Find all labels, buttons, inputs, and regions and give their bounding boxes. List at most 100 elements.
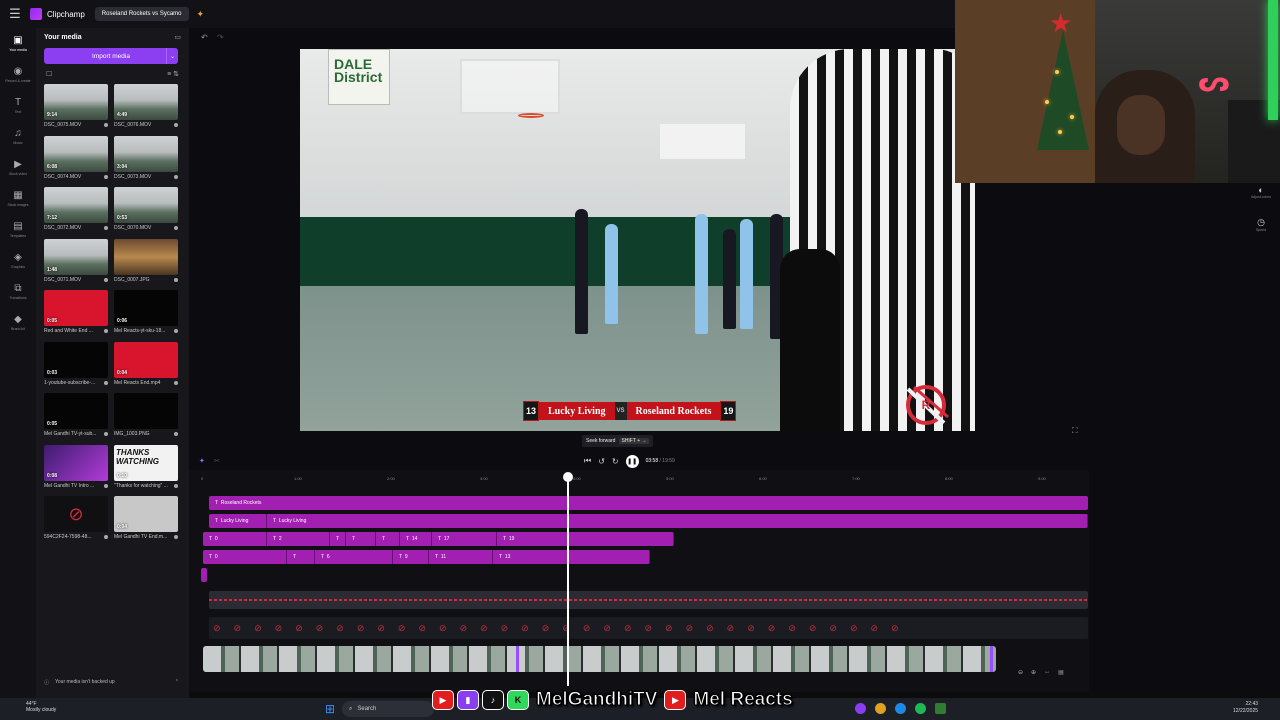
media-item[interactable]: 0:08 Mel Gandhi TV Intro ... xyxy=(44,444,108,497)
media-item[interactable]: 0:04 Mel Gandhi TV End.m... xyxy=(114,496,178,548)
backup-notice[interactable]: ⓘ Your media isn't backed up ⌃ xyxy=(44,679,179,686)
fit-timeline-icon[interactable]: ↔ xyxy=(1044,669,1050,676)
magic-edit-icon[interactable]: ✦ xyxy=(199,457,205,465)
media-thumbnail[interactable]: 0:03 xyxy=(44,341,108,378)
rail-item-text[interactable]: T Text xyxy=(0,90,36,121)
rail-item-transitions[interactable]: ⧉ Transitions xyxy=(0,276,36,307)
panel-item-adjust-colors[interactable]: ◐ Adjust colors xyxy=(1249,185,1273,199)
media-thumbnail[interactable]: ⊘ xyxy=(44,496,108,532)
windows-start-icon[interactable]: ⊞ xyxy=(325,702,335,716)
score-clip[interactable]: T xyxy=(346,532,376,546)
media-thumbnail[interactable]: 0:04 xyxy=(114,341,178,378)
video-track[interactable] xyxy=(203,646,996,672)
collapse-panel-icon[interactable]: ▭ xyxy=(174,33,181,41)
score-a-track[interactable]: T 0 T 2 T T T T 14 T 17 T 19 xyxy=(203,532,674,546)
select-all-checkbox[interactable]: ☐ xyxy=(46,70,52,78)
rail-item-stock-video[interactable]: ▶ Stock video xyxy=(0,152,36,183)
chevron-down-icon[interactable]: ⌄ xyxy=(166,48,178,64)
score-clip[interactable]: T xyxy=(330,532,346,546)
media-thumbnail[interactable] xyxy=(114,238,178,275)
video-preview[interactable]: DALE District 13 Lucky Living VS Roselan… xyxy=(300,49,975,431)
team-track-clip[interactable]: T Lucky Living T Lucky Living xyxy=(209,514,1088,528)
rewind-icon[interactable]: ↺ xyxy=(598,457,605,466)
score-clip[interactable]: T 19 xyxy=(497,532,674,546)
magic-icon[interactable]: ✦ xyxy=(197,9,205,20)
media-thumbnail[interactable]: 4:49 xyxy=(114,84,178,120)
zoom-out-icon[interactable]: ⊖ xyxy=(1018,669,1023,676)
score-clip[interactable]: T 9 xyxy=(393,550,429,564)
seek-forward-icon[interactable]: ↻ xyxy=(612,457,619,466)
score-clip[interactable]: T 2 xyxy=(267,532,330,546)
score-clip[interactable]: T 13 xyxy=(493,550,650,564)
media-item[interactable]: IMG_1003.PNG xyxy=(114,393,178,445)
nvidia-icon[interactable] xyxy=(935,703,946,714)
media-thumbnail[interactable]: 1:48 xyxy=(44,238,108,275)
media-item[interactable]: 0:05 Red and White End ... xyxy=(44,290,108,342)
import-media-button[interactable]: Import media ⌄ xyxy=(44,48,178,64)
media-item[interactable]: 7:12 DSC_0072.MOV xyxy=(44,187,108,239)
taskbar-app-icon[interactable] xyxy=(855,703,866,714)
edge-icon[interactable] xyxy=(895,703,906,714)
fullscreen-icon[interactable]: ⛶ xyxy=(1072,426,1078,436)
media-thumbnail[interactable]: 0:05 xyxy=(44,393,108,429)
taskbar-clock[interactable]: 22:43 12/22/2025 xyxy=(1233,701,1258,715)
chrome-icon[interactable] xyxy=(875,703,886,714)
media-thumbnail[interactable]: 0:04 xyxy=(114,496,178,532)
media-thumbnail[interactable]: 7:12 xyxy=(44,187,108,223)
weather-widget[interactable]: 44°F Mostly cloudy xyxy=(26,701,56,713)
project-name[interactable]: Roseland Rockets vs Sycamo xyxy=(94,7,189,21)
taskbar-search[interactable]: ⌕ Search xyxy=(342,701,434,717)
media-thumbnail[interactable]: 6:08 xyxy=(44,135,108,172)
media-item[interactable]: 6:08 DSC_0074.MOV xyxy=(44,135,108,188)
media-thumbnail[interactable] xyxy=(114,393,178,429)
media-item[interactable]: 0:04 Mel Reacts End.mp4 xyxy=(114,341,178,394)
media-item[interactable]: ⊘ 594C2F24-7598-48... xyxy=(44,496,108,548)
timeline-options-icon[interactable]: ▤ xyxy=(1058,669,1064,676)
selected-clip[interactable] xyxy=(516,646,993,672)
media-thumbnail[interactable]: 0:06 xyxy=(114,290,178,326)
media-thumbnail[interactable]: THANKS WATCHING 0:10 xyxy=(114,444,178,481)
playhead[interactable] xyxy=(567,476,569,686)
chevron-up-icon[interactable]: ⌃ xyxy=(175,679,179,686)
rail-item-brand-kit[interactable]: ◆ Brand kit xyxy=(0,307,36,338)
score-clip[interactable]: T 6 xyxy=(315,550,393,564)
media-item[interactable]: 0:03 1-youtube-subscribe-... xyxy=(44,341,108,394)
timeline-ruler[interactable]: 0 1:00 2:00 3:00 4:00 5:00 6:00 7:00 8:00 9:00 xyxy=(189,473,1089,485)
score-clip[interactable]: T 0 xyxy=(203,550,287,564)
audio-track[interactable] xyxy=(209,591,1088,609)
redo-icon[interactable]: ↷ xyxy=(217,33,224,42)
rail-item-folder[interactable]: ▣ Your media xyxy=(0,28,36,59)
team-clip[interactable]: T Lucky Living xyxy=(267,514,1088,528)
score-b-track[interactable]: T 0 T T 6 T 9 T 11 T 13 xyxy=(203,550,650,564)
media-item[interactable]: 9:14 DSC_0075.MOV xyxy=(44,84,108,136)
media-thumbnail[interactable]: 3:04 xyxy=(114,135,178,172)
panel-item-speed[interactable]: ◷ Speed xyxy=(1249,217,1273,232)
score-clip[interactable]: T 11 xyxy=(429,550,493,564)
media-item[interactable]: THANKS WATCHING 0:10 "Thanks for watching"… xyxy=(114,444,178,497)
score-clip[interactable]: T 14 xyxy=(400,532,432,546)
split-icon[interactable]: ✂ xyxy=(214,457,220,465)
title-track-clip[interactable]: T Roseland Rockets xyxy=(209,496,1088,510)
media-item[interactable]: DSC_0007.JPG xyxy=(114,238,178,291)
menu-icon[interactable]: ☰ xyxy=(0,6,30,22)
rail-item-stock-images[interactable]: ▦ Stock images xyxy=(0,183,36,214)
media-thumbnail[interactable]: 0:08 xyxy=(44,444,108,481)
score-clip[interactable]: T xyxy=(287,550,315,564)
media-thumbnail[interactable]: 0:05 xyxy=(44,290,108,326)
undo-icon[interactable]: ↶ xyxy=(201,33,208,42)
small-clip[interactable] xyxy=(201,568,207,582)
media-item[interactable]: 3:04 DSC_0073.MOV xyxy=(114,135,178,188)
rail-item-music[interactable]: ♫ Music xyxy=(0,121,36,152)
logo-overlay-track[interactable]: ⊘⊘⊘⊘⊘⊘⊘⊘⊘⊘⊘⊘⊘⊘⊘⊘⊘⊘⊘⊘⊘⊘⊘⊘⊘⊘⊘⊘⊘⊘⊘⊘⊘⊘ xyxy=(209,617,1088,639)
zoom-in-icon[interactable]: ⊕ xyxy=(1031,669,1036,676)
pause-button[interactable]: ❚❚ xyxy=(625,454,639,468)
media-item[interactable]: 4:49 DSC_0076.MOV xyxy=(114,84,178,136)
rail-item-camera[interactable]: ◉ Record & create xyxy=(0,59,36,90)
team-clip[interactable]: T Lucky Living xyxy=(209,514,267,528)
media-item[interactable]: 0:05 Mel Gandhi TV-yt-sub... xyxy=(44,393,108,445)
score-clip[interactable]: T xyxy=(376,532,400,546)
media-item[interactable]: 0:53 DSC_0070.MOV xyxy=(114,187,178,239)
media-item[interactable]: 0:06 Mel Reacts-yt-sku-18... xyxy=(114,290,178,342)
media-thumbnail[interactable]: 0:53 xyxy=(114,187,178,223)
score-clip[interactable]: T 0 xyxy=(203,532,267,546)
